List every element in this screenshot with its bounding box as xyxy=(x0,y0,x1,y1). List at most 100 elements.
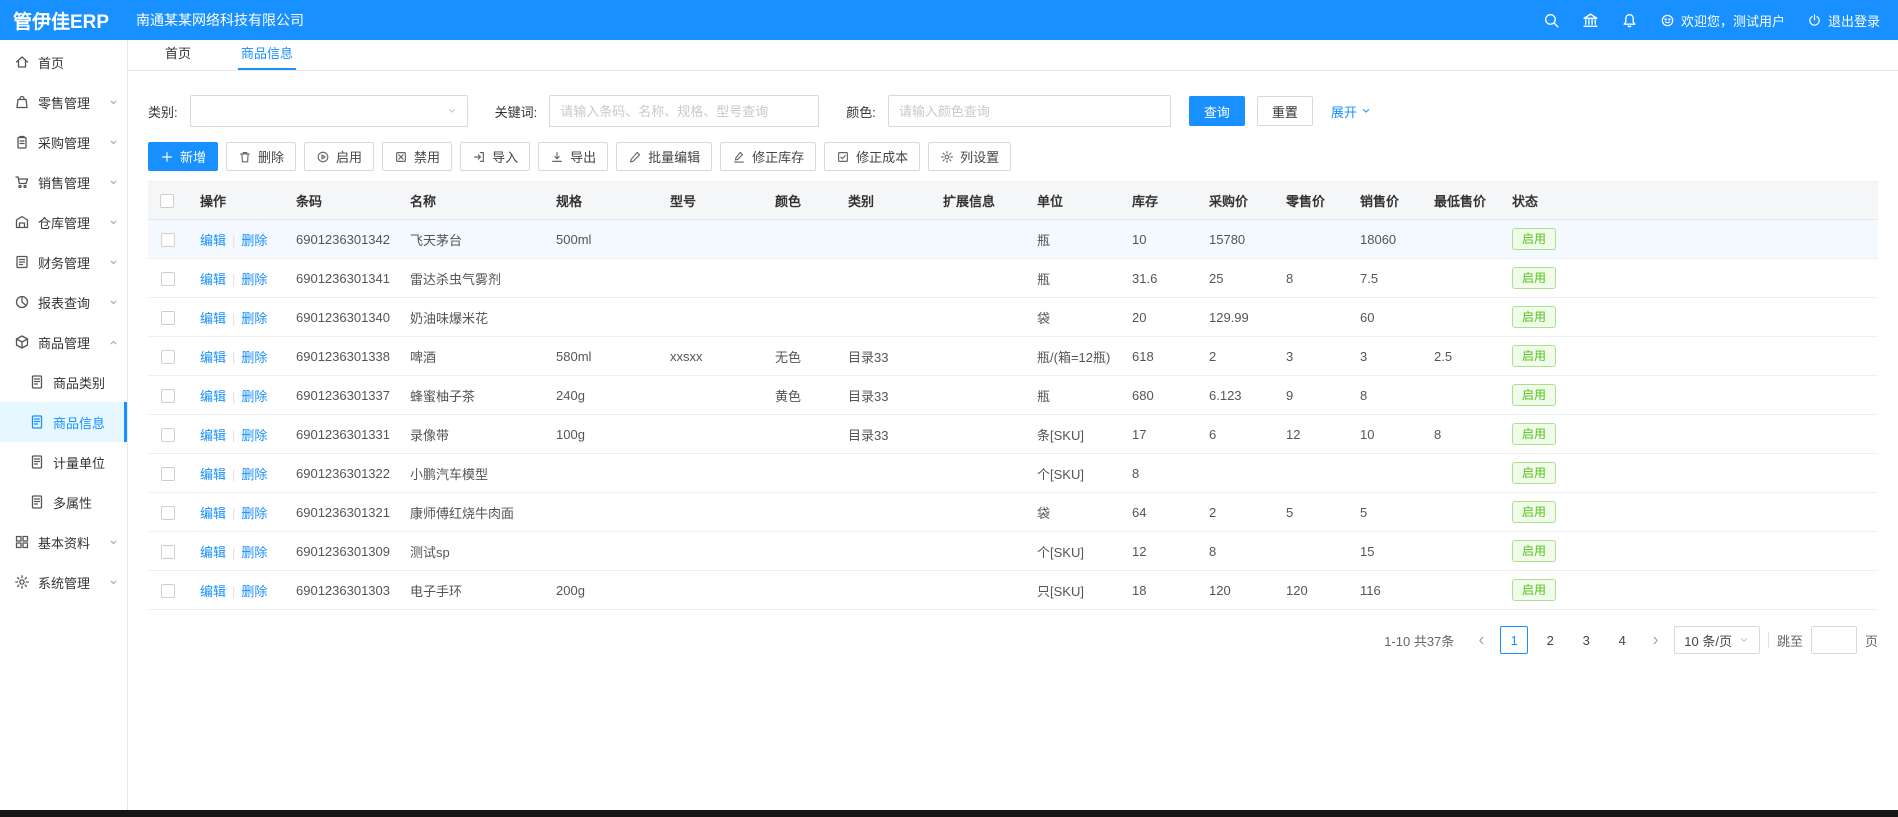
page-button-3[interactable]: 3 xyxy=(1572,626,1600,654)
cell-color: 黄色 xyxy=(763,376,836,415)
row-checkbox[interactable] xyxy=(161,584,175,598)
row-checkbox[interactable] xyxy=(161,350,175,364)
trash-icon xyxy=(238,150,252,164)
row-checkbox[interactable] xyxy=(161,506,175,520)
sidebar-item-report[interactable]: 报表查询 xyxy=(0,282,127,322)
report-icon xyxy=(14,294,30,310)
row-checkbox[interactable] xyxy=(161,233,175,247)
sidebar-item-finance[interactable]: 财务管理 xyxy=(0,242,127,282)
page-button-4[interactable]: 4 xyxy=(1608,626,1636,654)
table-row: 编辑|删除6901236301341雷达杀虫气雾剂瓶31.62587.5启用 xyxy=(148,259,1878,298)
row-checkbox[interactable] xyxy=(161,272,175,286)
cell-spec: 500ml xyxy=(544,220,658,259)
page-button-1[interactable]: 1 xyxy=(1500,626,1528,654)
button-label: 导出 xyxy=(570,147,596,166)
cell-name: 电子手环 xyxy=(398,571,544,610)
sidebar-item-retail[interactable]: 零售管理 xyxy=(0,82,127,122)
edit-link[interactable]: 编辑 xyxy=(200,467,226,482)
import-button[interactable]: 导入 xyxy=(460,142,530,171)
cell-category xyxy=(836,259,931,298)
sidebar-item-purchase[interactable]: 采购管理 xyxy=(0,122,127,162)
delete-link[interactable]: 删除 xyxy=(241,506,267,521)
cell-color xyxy=(763,454,836,493)
sidebar-item-product[interactable]: 商品管理 xyxy=(0,322,127,362)
edit-link[interactable]: 编辑 xyxy=(200,233,226,248)
category-select[interactable] xyxy=(190,95,468,127)
button-label: 批量编辑 xyxy=(648,147,700,166)
fix-cost-button[interactable]: 修正成本 xyxy=(824,142,920,171)
cell-ext xyxy=(931,337,1025,376)
edit-link[interactable]: 编辑 xyxy=(200,350,226,365)
add-button[interactable]: 新增 xyxy=(148,142,218,171)
user-welcome[interactable]: 欢迎您，测试用户 xyxy=(1660,11,1785,30)
delete-link[interactable]: 删除 xyxy=(241,467,267,482)
reset-button[interactable]: 重置 xyxy=(1257,96,1313,126)
edit-link[interactable]: 编辑 xyxy=(200,311,226,326)
column-settings-button[interactable]: 列设置 xyxy=(928,142,1011,171)
search-button[interactable]: 查询 xyxy=(1189,96,1245,126)
search-icon[interactable] xyxy=(1543,12,1560,29)
sidebar-item-product-info[interactable]: 商品信息 xyxy=(0,402,127,442)
delete-link[interactable]: 删除 xyxy=(241,350,267,365)
fix-stock-button[interactable]: 修正库存 xyxy=(720,142,816,171)
bank-icon[interactable] xyxy=(1582,12,1599,29)
bell-icon[interactable] xyxy=(1621,12,1638,29)
edit-link[interactable]: 编辑 xyxy=(200,272,226,287)
next-page-button[interactable] xyxy=(1644,626,1666,654)
row-checkbox[interactable] xyxy=(161,467,175,481)
jump-input[interactable] xyxy=(1811,626,1857,654)
sidebar-item-label: 商品类别 xyxy=(53,373,119,392)
enable-button[interactable]: 启用 xyxy=(304,142,374,171)
select-all-checkbox[interactable] xyxy=(160,194,174,208)
expand-link[interactable]: 展开 xyxy=(1331,102,1372,121)
sidebar-item-multi-attribute[interactable]: 多属性 xyxy=(0,482,127,522)
delete-link[interactable]: 删除 xyxy=(241,311,267,326)
cell-color xyxy=(763,259,836,298)
sidebar-item-label: 系统管理 xyxy=(38,573,100,592)
chevron-left-icon xyxy=(1475,634,1488,647)
delete-link[interactable]: 删除 xyxy=(241,233,267,248)
page-size-select[interactable]: 10 条/页 xyxy=(1674,626,1760,654)
delete-link[interactable]: 删除 xyxy=(241,545,267,560)
tab-home[interactable]: 首页 xyxy=(162,37,194,70)
logout-button[interactable]: 退出登录 xyxy=(1807,11,1880,30)
delete-link[interactable]: 删除 xyxy=(241,584,267,599)
export-button[interactable]: 导出 xyxy=(538,142,608,171)
row-checkbox[interactable] xyxy=(161,428,175,442)
row-checkbox[interactable] xyxy=(161,389,175,403)
edit-link[interactable]: 编辑 xyxy=(200,389,226,404)
row-checkbox[interactable] xyxy=(161,311,175,325)
delete-link[interactable]: 删除 xyxy=(241,428,267,443)
cell-barcode: 6901236301342 xyxy=(284,220,398,259)
tab-product-info[interactable]: 商品信息 xyxy=(238,37,296,70)
sidebar-item-basic-data[interactable]: 基本资料 xyxy=(0,522,127,562)
page-button-2[interactable]: 2 xyxy=(1536,626,1564,654)
edit-link[interactable]: 编辑 xyxy=(200,584,226,599)
app-logo: 管伊佳ERP xyxy=(0,7,128,34)
sidebar-item-home[interactable]: 首页 xyxy=(0,42,127,82)
edit-link[interactable]: 编辑 xyxy=(200,506,226,521)
sidebar-item-product-category[interactable]: 商品类别 xyxy=(0,362,127,402)
disable-button[interactable]: 禁用 xyxy=(382,142,452,171)
filter-bar: 类别: 关键词: 颜色: 查询 重置 展开 xyxy=(148,95,1878,127)
edit-link[interactable]: 编辑 xyxy=(200,545,226,560)
chevron-down-icon xyxy=(108,297,119,308)
keyword-input[interactable] xyxy=(549,95,819,127)
sidebar-item-system[interactable]: 系统管理 xyxy=(0,562,127,602)
column-header-ext: 扩展信息 xyxy=(931,182,1025,220)
color-input[interactable] xyxy=(888,95,1171,127)
delete-link[interactable]: 删除 xyxy=(241,272,267,287)
sidebar-item-warehouse[interactable]: 仓库管理 xyxy=(0,202,127,242)
delete-link[interactable]: 删除 xyxy=(241,389,267,404)
batch-edit-button[interactable]: 批量编辑 xyxy=(616,142,712,171)
delete-button[interactable]: 删除 xyxy=(226,142,296,171)
cell-stock: 10 xyxy=(1120,220,1197,259)
sidebar-item-sales[interactable]: 销售管理 xyxy=(0,162,127,202)
prev-page-button[interactable] xyxy=(1470,626,1492,654)
column-header-model: 型号 xyxy=(658,182,763,220)
edit-link[interactable]: 编辑 xyxy=(200,428,226,443)
sidebar-item-measure-unit[interactable]: 计量单位 xyxy=(0,442,127,482)
column-header-min-price: 最低售价 xyxy=(1422,182,1500,220)
row-checkbox[interactable] xyxy=(161,545,175,559)
column-header-name: 名称 xyxy=(398,182,544,220)
